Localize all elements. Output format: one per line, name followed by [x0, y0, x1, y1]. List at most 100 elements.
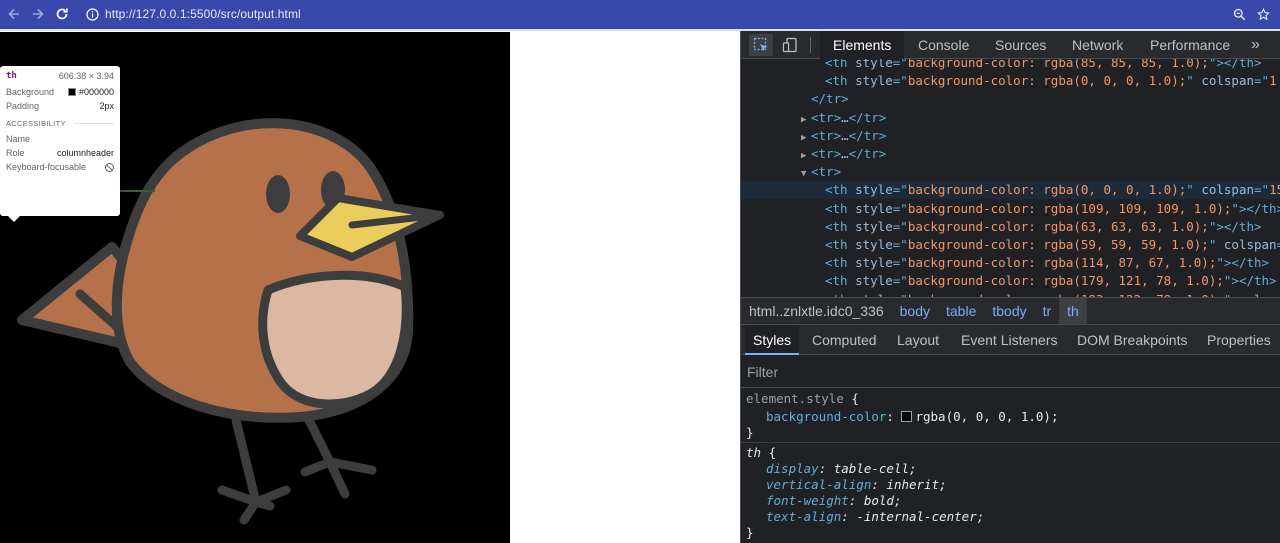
dom-node-line[interactable]: <th style="background-color: rgba(85, 85… [741, 59, 1280, 72]
ua-style-property: text-align [766, 509, 842, 524]
tab-layout[interactable]: Layout [897, 325, 939, 355]
code-token: background-color: rgba(0, 0, 0, 1.0); [907, 182, 1187, 198]
ua-style-property: display [766, 461, 819, 476]
code-token: style [855, 273, 893, 289]
address-bar[interactable]: http://127.0.0.1:5500/src/output.html [86, 5, 301, 23]
code-token: <th [825, 273, 856, 289]
code-token: =" [892, 255, 908, 271]
ua-style-property: font-weight [766, 493, 849, 508]
tab-styles[interactable]: Styles [745, 325, 800, 355]
reload-icon [56, 8, 68, 20]
rule-close-brace: } [746, 425, 754, 440]
tooltip-dimensions: 606.38 × 3.94 [58, 71, 114, 81]
devtools-tabbar: Elements Console Sources Network Perform… [741, 31, 1280, 59]
dom-node-line[interactable]: <th style="background-color: rgba(179, 1… [741, 272, 1280, 290]
code-token: " [1208, 237, 1224, 252]
rule-divider [741, 442, 1280, 443]
reload-button[interactable] [54, 6, 70, 22]
code-token: style [855, 237, 893, 252]
breadcrumb-th[interactable]: th [1059, 298, 1087, 324]
rule-open-brace: { [768, 445, 777, 460]
inspect-tooltip: th 606.38 × 3.94 Background #000000 Padd… [0, 66, 120, 222]
arrow-right-icon [33, 8, 44, 20]
dom-node-line[interactable]: </tr> [741, 90, 1280, 108]
rule-selector-th: th [746, 445, 762, 460]
code-token: =" [892, 218, 908, 234]
dom-node-line[interactable]: <th style="background-color: rgba(114, 8… [741, 254, 1280, 272]
breadcrumb-tbody[interactable]: tbody [984, 303, 1034, 319]
tab-sources[interactable]: Sources [995, 31, 1046, 59]
styles-filter [741, 355, 1280, 388]
tab-event-listeners[interactable]: Event Listeners [961, 325, 1058, 355]
code-token: " [1186, 73, 1202, 89]
forward-button[interactable] [30, 6, 46, 22]
dom-node-line[interactable]: <th style="background-color: rgba(0, 0, … [741, 72, 1280, 90]
not-allowed-icon [105, 162, 114, 172]
devtools-panel: Elements Console Sources Network Perform… [740, 31, 1280, 543]
tooltip-background-key: Background [6, 87, 55, 97]
tooltip-padding-value: 2px [99, 101, 114, 111]
code-token: ></th> [1216, 59, 1262, 70]
code-token: 1 [1269, 73, 1277, 89]
code-token: <th [825, 182, 856, 198]
ua-style-value: -internal-center; [856, 509, 985, 524]
color-swatch-icon[interactable] [901, 411, 913, 422]
breadcrumb-tr[interactable]: tr [1035, 303, 1060, 319]
back-button[interactable] [6, 6, 22, 22]
code-token: colspan [1201, 73, 1255, 89]
code-token: =" [892, 182, 908, 198]
code-token: </tr> [848, 146, 887, 161]
style-value[interactable]: rgba(0, 0, 0, 1.0); [915, 409, 1058, 424]
dom-tree[interactable]: <th style="background-color: rgba(85, 85… [741, 59, 1280, 297]
dom-node-line[interactable]: ▼ <tr> [741, 163, 1280, 181]
code-token: style [855, 255, 893, 271]
ua-style-property: vertical-align [766, 477, 872, 492]
tooltip-name-key: Name [6, 134, 31, 144]
code-token: =" [892, 273, 908, 289]
tab-dom-breakpoints[interactable]: DOM Breakpoints [1077, 325, 1187, 355]
dom-node-line[interactable]: <th style="background-color: rgba(63, 63… [741, 218, 1280, 236]
tooltip-role-value: columnheader [56, 148, 114, 158]
dom-node-line[interactable]: <th style="background-color: rgba(109, 1… [741, 200, 1280, 218]
code-token: ></th> [1231, 273, 1277, 289]
device-toolbar-button[interactable] [778, 34, 802, 56]
code-token: =" [892, 73, 908, 89]
breadcrumb-html[interactable]: html..znlxtle.idc0_336 [741, 303, 892, 319]
tab-elements[interactable]: Elements [820, 31, 905, 59]
zoom-button[interactable] [1231, 6, 1247, 22]
tab-properties[interactable]: Properties [1207, 325, 1271, 355]
inspect-element-button[interactable] [749, 34, 773, 56]
code-token: <th [825, 237, 856, 252]
styles-tabbar: Styles Computed Layout Event Listeners D… [741, 325, 1280, 355]
filter-input[interactable] [747, 361, 1267, 383]
dom-node-line[interactable]: ▶ <tr>…</tr> [741, 127, 1280, 145]
code-token: " [1231, 200, 1239, 216]
dom-node-line[interactable]: ▶ <tr>…</tr> [741, 109, 1280, 127]
tab-network[interactable]: Network [1072, 31, 1123, 59]
style-property[interactable]: background-color [766, 409, 886, 424]
tab-console[interactable]: Console [918, 31, 969, 59]
breadcrumb-body[interactable]: body [892, 303, 938, 319]
tab-computed[interactable]: Computed [812, 325, 877, 355]
dom-node-line[interactable]: ▶ <tr>…</tr> [741, 145, 1280, 163]
breadcrumb-table[interactable]: table [938, 303, 984, 319]
code-token: style [855, 200, 893, 216]
dom-node-line[interactable]: <th style="background-color: rgba(0, 0, … [741, 181, 1280, 200]
code-token: style [855, 59, 893, 70]
code-token: 15 [1269, 182, 1280, 198]
device-icon [782, 37, 797, 53]
bookmark-button[interactable] [1255, 6, 1271, 22]
tooltip-padding-key: Padding [6, 101, 40, 111]
tooltip-focusable-key: Keyboard-focusable [6, 162, 87, 172]
rule-open-brace: { [851, 391, 859, 406]
arrow-left-icon [8, 8, 19, 20]
cursor-select-icon [753, 37, 768, 51]
code-token: background-color: rgba(179, 121, 78, 1.0… [907, 273, 1224, 289]
code-token: " [1186, 182, 1202, 198]
tab-performance[interactable]: Performance [1150, 31, 1230, 59]
code-token: … [841, 146, 849, 161]
dom-node-line[interactable]: <th style="background-color: rgba(59, 59… [741, 236, 1280, 254]
styles-rules: element.style { background-color: rgba(0… [741, 388, 1280, 543]
code-token: =" [1254, 73, 1270, 89]
more-tabs-button[interactable]: » [1251, 31, 1260, 59]
